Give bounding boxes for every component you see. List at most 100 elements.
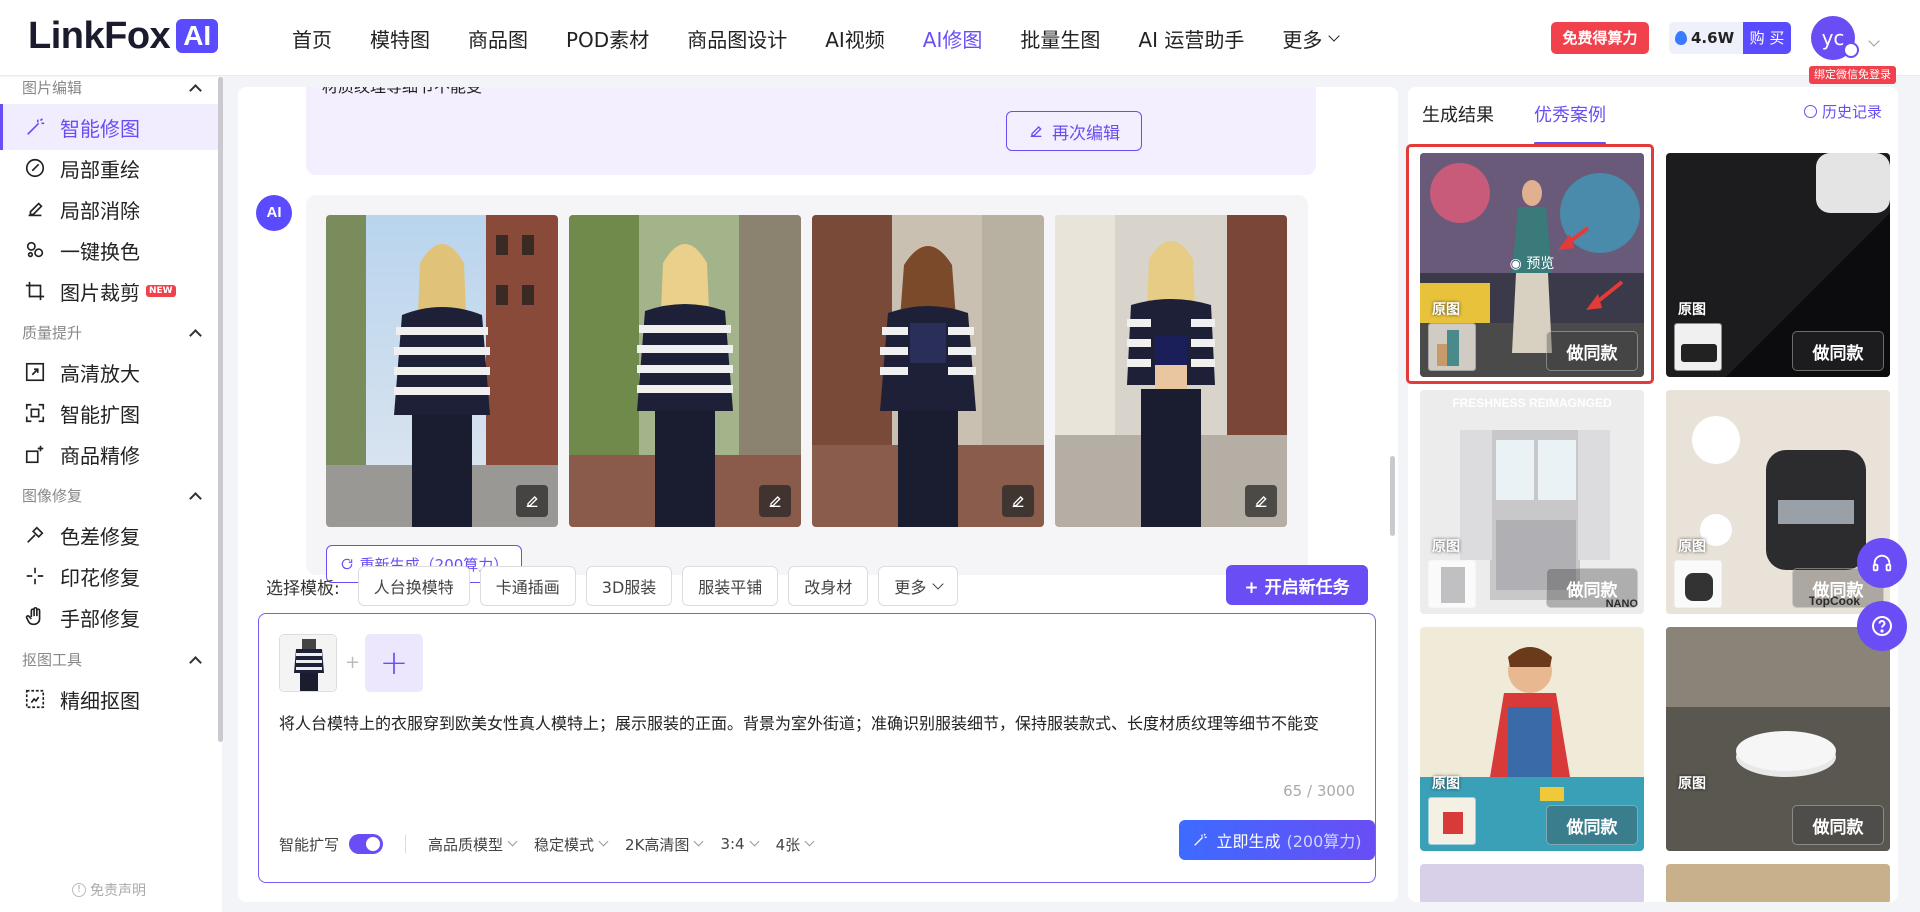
case-card-6[interactable]: 原图 做同款 [1666, 627, 1890, 851]
sidebar-group-cutout[interactable]: 抠图工具 [22, 649, 202, 670]
hand-icon [24, 606, 46, 628]
sidebar-item-inpaint[interactable]: 局部重绘 [0, 145, 218, 191]
generate-button[interactable]: 立即生成 (200算力) [1179, 820, 1375, 860]
edit-image-button[interactable] [1245, 485, 1277, 517]
template-body-shape[interactable]: 改身材 [788, 566, 869, 606]
case-card-4[interactable]: TopCook 原图 做同款 [1666, 390, 1890, 614]
main-nav: 首页 模特图 商品图 POD素材 商品图设计 AI视频 AI修图 批量生图 AI… [292, 0, 1376, 76]
ratio-select[interactable]: 3:4 [720, 835, 760, 853]
logo-text: LinkFox [28, 14, 171, 57]
generated-image-1[interactable] [326, 215, 558, 527]
top-bar: LinkFox AI 首页 模特图 商品图 POD素材 商品图设计 AI视频 A… [0, 0, 1920, 84]
sidebar-item-crop[interactable]: 图片裁剪 NEW [0, 268, 218, 314]
add-reference-button[interactable]: + [365, 634, 423, 692]
template-mannequin-to-model[interactable]: 人台换模特 [357, 566, 470, 606]
prompt-input[interactable]: 将人台模特上的衣服穿到欧美女性真人模特上；展示服装的正面。背景为室外街道；准确识… [279, 710, 1359, 738]
nav-ai-video[interactable]: AI视频 [825, 24, 885, 53]
sparkle-icon [24, 565, 46, 587]
original-label: 原图 [1678, 776, 1706, 792]
chevron-up-icon [189, 491, 202, 505]
sidebar-scrollbar[interactable] [218, 77, 223, 742]
tab-showcase[interactable]: 优秀案例 [1534, 87, 1606, 145]
nav-home[interactable]: 首页 [292, 24, 332, 53]
user-message-text: 材质纹理等细节不能变 [322, 87, 482, 97]
generated-image-2[interactable] [569, 215, 801, 527]
support-button[interactable] [1857, 538, 1907, 588]
nav-pod[interactable]: POD素材 [566, 24, 649, 53]
sidebar-item-erase[interactable]: 局部消除 [0, 186, 218, 232]
history-link[interactable]: 历史记录 [1803, 101, 1882, 122]
original-label: 原图 [1432, 776, 1460, 792]
disclaimer-link[interactable]: ! 免责声明 [72, 880, 146, 900]
case-card-2[interactable]: 原图 做同款 [1666, 153, 1890, 377]
case-card-5[interactable]: 原图 做同款 [1420, 627, 1644, 851]
nav-model[interactable]: 模特图 [370, 24, 430, 53]
model-select[interactable]: 高品质模型 [428, 834, 518, 855]
count-select[interactable]: 4张 [776, 834, 815, 855]
sidebar-group-title: 图片编辑 [22, 79, 83, 97]
logo[interactable]: LinkFox AI [28, 14, 219, 57]
original-label: 原图 [1678, 539, 1706, 555]
edit-image-button[interactable] [516, 485, 548, 517]
sidebar-item-print-fix[interactable]: 印花修复 [0, 553, 218, 599]
mode-select[interactable]: 稳定模式 [534, 834, 609, 855]
chevron-down-icon[interactable] [1862, 30, 1880, 49]
nav-more[interactable]: 更多 [1282, 24, 1340, 53]
case-card-8[interactable] [1666, 864, 1890, 902]
reference-image[interactable] [279, 634, 337, 692]
make-same-button[interactable]: 做同款 [1792, 805, 1884, 845]
chat-scrollbar[interactable] [1390, 456, 1395, 536]
disclaimer-label: 免责声明 [90, 883, 146, 899]
chevron-up-icon [189, 328, 202, 342]
generated-image-4[interactable] [1055, 215, 1287, 527]
free-credits-button[interactable]: 免费得算力 [1551, 22, 1649, 54]
magic-wand-icon [24, 116, 46, 138]
sidebar-item-recolor[interactable]: 一键换色 [0, 227, 218, 273]
sidebar-item-expand[interactable]: 智能扩图 [0, 390, 218, 436]
sidebar-item-fine-cutout[interactable]: 精细抠图 [0, 676, 218, 722]
sidebar-item-label: 印花修复 [60, 565, 140, 590]
chevron-down-icon [598, 836, 609, 847]
case-card-7[interactable] [1420, 864, 1644, 902]
credit-value: 4.6W [1669, 29, 1734, 47]
sidebar-group-repair[interactable]: 图像修复 [22, 485, 202, 506]
template-cartoon[interactable]: 卡通插画 [479, 566, 576, 606]
make-same-button[interactable]: 做同款 [1546, 805, 1638, 845]
sidebar-group-quality[interactable]: 质量提升 [22, 322, 202, 343]
sidebar-item-label: 色差修复 [60, 524, 140, 549]
edit-image-button[interactable] [759, 485, 791, 517]
generated-image-3[interactable] [812, 215, 1044, 527]
user-message: 材质纹理等细节不能变 再次编辑 [306, 87, 1316, 175]
make-same-button[interactable]: 做同款 [1546, 568, 1638, 608]
mode-select-value: 稳定模式 [534, 835, 595, 854]
upscale-icon [24, 361, 46, 383]
sidebar-item-color-fix[interactable]: 色差修复 [0, 512, 218, 558]
sidebar-item-hand-fix[interactable]: 手部修复 [0, 594, 218, 640]
make-same-button[interactable]: 做同款 [1792, 331, 1884, 371]
smart-expand-toggle[interactable] [349, 834, 384, 854]
template-3d-clothing[interactable]: 3D服装 [585, 566, 673, 606]
sidebar-item-upscale[interactable]: 高清放大 [0, 349, 218, 395]
sidebar-group-edit[interactable]: 图片编辑 [22, 77, 202, 98]
template-flat-lay[interactable]: 服装平铺 [682, 566, 779, 606]
resolution-select[interactable]: 2K高清图 [625, 834, 704, 855]
original-thumbnail [1428, 560, 1476, 608]
buy-button[interactable]: 购 买 [1743, 22, 1791, 54]
case-card-3[interactable]: FRESHNESS REIMAGNGED NANO 原图 做同款 [1420, 390, 1644, 614]
nav-ops-assistant[interactable]: AI 运营助手 [1138, 24, 1244, 53]
sidebar-item-smart-retouch[interactable]: 智能修图 [0, 104, 218, 150]
bind-wechat-tag[interactable]: 绑定微信免登录 [1809, 66, 1896, 84]
new-badge: NEW [146, 285, 176, 297]
nav-batch[interactable]: 批量生图 [1020, 24, 1100, 53]
nav-product[interactable]: 商品图 [468, 24, 528, 53]
sidebar-item-refine[interactable]: 商品精修 [0, 431, 218, 477]
nav-product-design[interactable]: 商品图设计 [687, 24, 787, 53]
nav-ai-retouch[interactable]: AI修图 [923, 24, 983, 53]
reedit-button[interactable]: 再次编辑 [1006, 111, 1142, 151]
template-row: 选择模板: 人台换模特 卡通插画 3D服装 服装平铺 改身材 更多 [266, 565, 1376, 607]
template-more[interactable]: 更多 [878, 566, 959, 606]
edit-image-button[interactable] [1002, 485, 1034, 517]
tab-results[interactable]: 生成结果 [1422, 87, 1494, 145]
help-button[interactable] [1857, 601, 1907, 651]
new-task-button[interactable]: + 开启新任务 [1226, 565, 1368, 605]
